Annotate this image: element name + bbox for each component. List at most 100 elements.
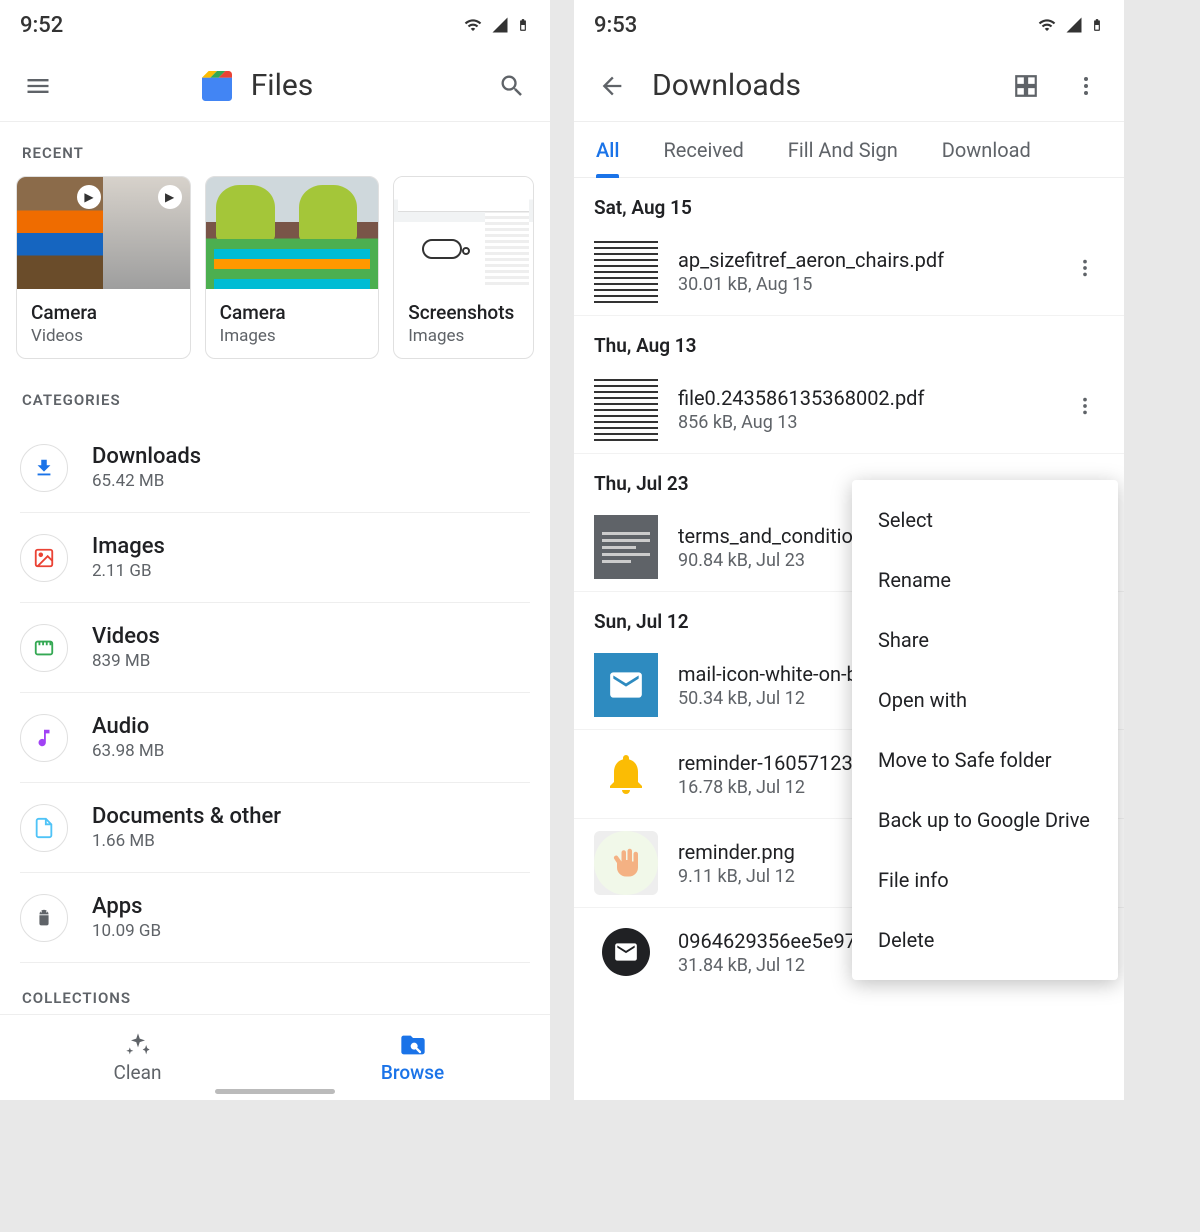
category-row-image[interactable]: Images2.11 GB (20, 513, 530, 603)
menu-item-move-to-safe-folder[interactable]: Move to Safe folder (852, 730, 1118, 790)
signal-icon (490, 16, 510, 34)
section-categories-header: Categories (0, 369, 550, 423)
date-header: Sat, Aug 15 (574, 178, 1124, 227)
menu-item-delete[interactable]: Delete (852, 910, 1118, 970)
gesture-handle[interactable] (215, 1089, 335, 1094)
status-bar: 9:53 (574, 0, 1124, 50)
category-size: 839 MB (92, 651, 160, 671)
search-button[interactable] (492, 66, 532, 106)
card-subtitle: Images (220, 326, 365, 346)
file-name: ap_sizefitref_aeron_chairs.pdf (678, 248, 1046, 272)
section-recent-header: Recent (0, 122, 550, 176)
category-size: 10.09 GB (92, 921, 161, 941)
category-name: Images (92, 534, 165, 559)
more-vert-icon (1074, 395, 1096, 417)
grid-view-button[interactable] (1006, 66, 1046, 106)
file-thumb (594, 515, 658, 579)
card-title: Camera (31, 301, 176, 324)
section-collections-header: Collections (0, 963, 550, 1021)
play-icon: ▶ (84, 190, 93, 204)
movie-icon (20, 624, 68, 672)
app-title: Downloads (652, 68, 801, 103)
phone-right: 9:53 Downloads All Received Fill And Sign D… (574, 0, 1124, 1100)
battery-icon (516, 14, 530, 36)
menu-item-rename[interactable]: Rename (852, 550, 1118, 610)
more-vert-icon (1074, 257, 1096, 279)
category-name: Videos (92, 624, 160, 649)
file-meta: 30.01 kB, Aug 15 (678, 274, 1046, 295)
sparkle-icon (124, 1031, 152, 1059)
nav-browse-label: Browse (381, 1061, 444, 1084)
category-row-movie[interactable]: Videos839 MB (20, 603, 530, 693)
menu-item-back-up-to-google-drive[interactable]: Back up to Google Drive (852, 790, 1118, 850)
category-size: 65.42 MB (92, 471, 201, 491)
nav-browse[interactable]: Browse (275, 1015, 550, 1100)
date-header: Thu, Aug 13 (574, 316, 1124, 365)
menu-item-select[interactable]: Select (852, 490, 1118, 550)
arrow-back-icon (598, 72, 626, 100)
status-bar: 9:52 (0, 0, 550, 50)
download-icon (20, 444, 68, 492)
file-thumb (594, 920, 658, 984)
nav-clean-label: Clean (114, 1061, 162, 1084)
battery-icon (1090, 14, 1104, 36)
file-name: file0.243586135368002.pdf (678, 386, 1046, 410)
context-menu: SelectRenameShareOpen withMove to Safe f… (852, 480, 1118, 980)
status-time: 9:53 (594, 13, 637, 38)
menu-item-open-with[interactable]: Open with (852, 670, 1118, 730)
file-thumb (594, 742, 658, 806)
recent-card-camera-videos[interactable]: ▶ ▶ Camera Videos (16, 176, 191, 359)
category-row-android[interactable]: Apps10.09 GB (20, 873, 530, 963)
menu-item-file-info[interactable]: File info (852, 850, 1118, 910)
tab-download[interactable]: Download (942, 122, 1031, 177)
app-title: Files (251, 68, 314, 103)
file-thumb (594, 377, 658, 441)
image-icon (20, 534, 68, 582)
recent-cards-row: ▶ ▶ Camera Videos Camera Images (0, 176, 550, 369)
status-icons (1036, 14, 1104, 36)
category-row-download[interactable]: Downloads65.42 MB (20, 423, 530, 513)
card-title: Camera (220, 301, 365, 324)
app-bar: Files (0, 50, 550, 122)
category-size: 1.66 MB (92, 831, 281, 851)
category-name: Apps (92, 894, 161, 919)
menu-item-share[interactable]: Share (852, 610, 1118, 670)
tabs-bar: All Received Fill And Sign Download (574, 122, 1124, 178)
file-row[interactable]: ap_sizefitref_aeron_chairs.pdf30.01 kB, … (574, 227, 1124, 316)
recent-card-screenshots[interactable]: Screenshots Images (393, 176, 534, 359)
files-logo-icon (197, 66, 237, 106)
music-icon (20, 714, 68, 762)
file-more-button[interactable] (1066, 387, 1104, 431)
category-name: Audio (92, 714, 164, 739)
play-icon: ▶ (165, 190, 174, 204)
recent-card-camera-images[interactable]: Camera Images (205, 176, 380, 359)
card-subtitle: Videos (31, 326, 176, 346)
more-vert-icon (1074, 74, 1098, 98)
file-row[interactable]: file0.243586135368002.pdf856 kB, Aug 13 (574, 365, 1124, 454)
card-subtitle: Images (408, 326, 519, 346)
file-more-button[interactable] (1066, 249, 1104, 293)
more-button[interactable] (1066, 66, 1106, 106)
wifi-icon (462, 16, 484, 34)
file-meta: 856 kB, Aug 13 (678, 412, 1046, 433)
signal-icon (1064, 16, 1084, 34)
document-icon (20, 804, 68, 852)
category-size: 63.98 MB (92, 741, 164, 761)
status-time: 9:52 (20, 13, 63, 38)
categories-list: Downloads65.42 MBImages2.11 GBVideos839 … (0, 423, 550, 963)
category-name: Downloads (92, 444, 201, 469)
back-button[interactable] (592, 66, 632, 106)
search-icon (498, 72, 526, 100)
card-title: Screenshots (408, 301, 519, 324)
tab-fill-and-sign[interactable]: Fill And Sign (788, 122, 898, 177)
nav-clean[interactable]: Clean (0, 1015, 275, 1100)
tab-all[interactable]: All (596, 122, 619, 177)
category-row-music[interactable]: Audio63.98 MB (20, 693, 530, 783)
category-row-document[interactable]: Documents & other1.66 MB (20, 783, 530, 873)
tab-received[interactable]: Received (663, 122, 743, 177)
wifi-icon (1036, 16, 1058, 34)
app-bar: Downloads (574, 50, 1124, 122)
status-icons (462, 14, 530, 36)
grid-icon (1013, 73, 1039, 99)
file-thumb (594, 831, 658, 895)
